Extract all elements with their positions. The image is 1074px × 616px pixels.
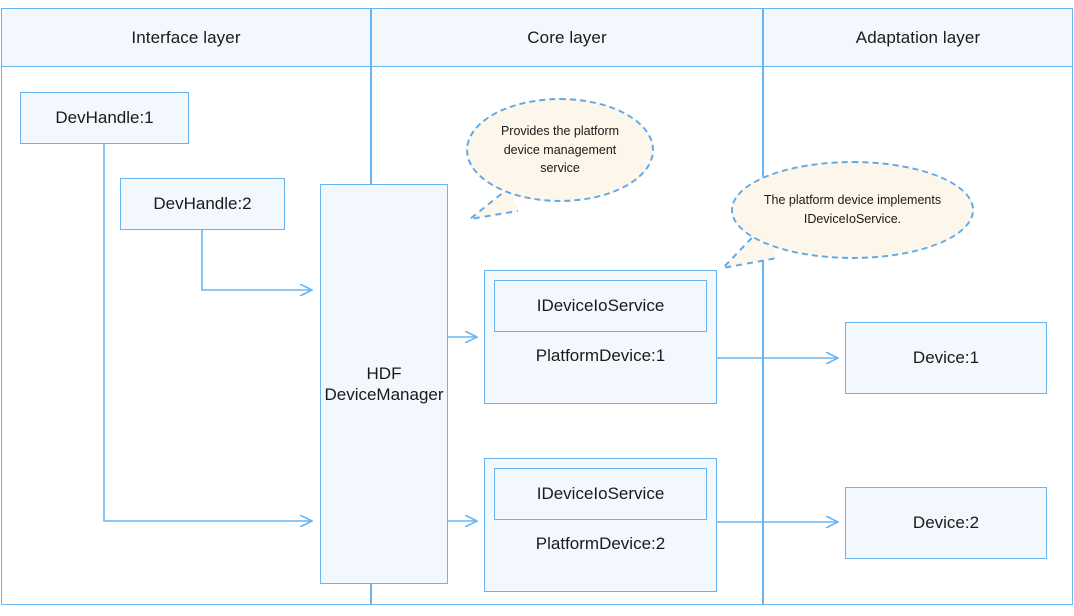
node-hdf-device-manager-label-line2: DeviceManager [324,385,444,404]
node-platform-device-2[interactable]: IDeviceIoService PlatformDevice:2 [484,458,717,592]
node-platform-device-1-name-label: PlatformDevice:1 [535,346,666,365]
layer-header-adaptation-label: Adaptation layer [855,27,981,47]
layer-column-interface [1,67,371,605]
node-device-2[interactable]: Device:2 [845,487,1047,559]
node-platform-device-1[interactable]: IDeviceIoService PlatformDevice:1 [484,270,717,404]
node-platform-device-2-interface-label: IDeviceIoService [536,484,665,503]
node-devhandle-1-label: DevHandle:1 [55,108,154,128]
node-platform-device-2-name-label: PlatformDevice:2 [535,534,666,553]
node-device-2-label: Device:2 [912,513,980,533]
node-platform-device-2-name: PlatformDevice:2 [485,525,716,563]
layer-header-core-label: Core layer [527,27,607,47]
layer-header-adaptation: Adaptation layer [763,8,1073,67]
node-platform-device-2-interface[interactable]: IDeviceIoService [494,468,707,520]
callout-adaptation-note-text: The platform device implements IDeviceIo… [763,193,942,226]
node-devhandle-2-label: DevHandle:2 [153,194,252,214]
node-device-1-label: Device:1 [912,348,980,368]
layer-header-interface-label: Interface layer [131,27,241,47]
node-devhandle-1[interactable]: DevHandle:1 [20,92,189,144]
node-platform-device-1-name: PlatformDevice:1 [485,337,716,375]
callout-core-note-text: Provides the platform device management … [500,123,620,176]
node-platform-device-1-interface[interactable]: IDeviceIoService [494,280,707,332]
diagram-canvas: Interface layer Core layer Adaptation la… [0,0,1074,616]
node-device-1[interactable]: Device:1 [845,322,1047,394]
node-platform-device-1-interface-label: IDeviceIoService [536,296,665,315]
node-hdf-device-manager[interactable]: HDF DeviceManager [320,184,448,584]
node-devhandle-2[interactable]: DevHandle:2 [120,178,285,230]
callout-core-note: Provides the platform device management … [466,98,654,202]
node-hdf-device-manager-label-line1: HDF [366,363,402,383]
callout-adaptation-note: The platform device implements IDeviceIo… [731,161,974,259]
layer-header-core: Core layer [371,8,763,67]
layer-header-interface: Interface layer [1,8,371,67]
